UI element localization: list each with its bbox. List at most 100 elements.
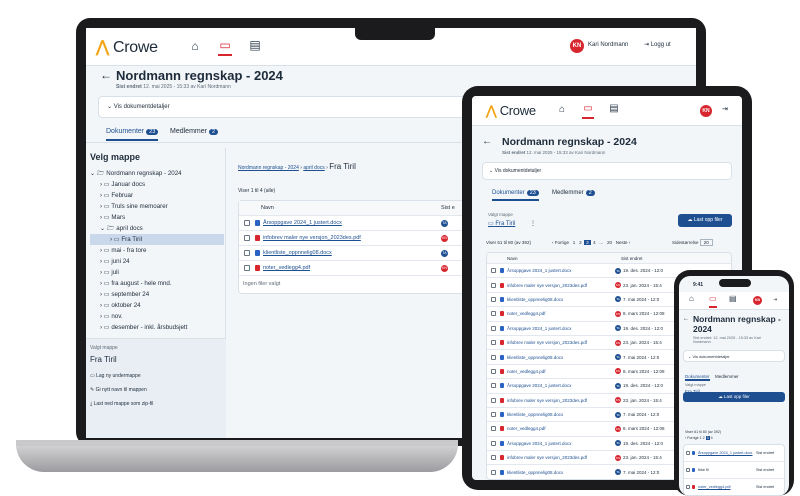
tree-item[interactable]: › ▭ desember - inkl. årsbudsjett bbox=[90, 322, 224, 333]
tab-members[interactable]: Medlemmer 2 bbox=[552, 190, 595, 196]
tree-item[interactable]: ⌄ 🗁 april docs bbox=[90, 223, 224, 234]
tab-documents[interactable]: Dokumenter 23 bbox=[492, 190, 539, 201]
upload-button[interactable]: ☁ Last opp filer bbox=[683, 392, 785, 402]
tree-item[interactable]: ⌄ 🗁 Nordmann regnskap - 2024 bbox=[90, 168, 224, 179]
file-name[interactable]: klientliste_oppnnelig08.docx bbox=[507, 470, 615, 475]
back-arrow-icon[interactable]: ← bbox=[100, 68, 112, 82]
file-name[interactable]: infobrev maler nye versjon_2023des.pdf bbox=[507, 283, 615, 288]
logout-icon: ⇥ bbox=[644, 42, 650, 48]
tree-item[interactable]: › ▭ nov. bbox=[90, 311, 224, 322]
pdf-file-icon bbox=[500, 397, 504, 403]
file-name[interactable]: noter_vedlegg4.pdf bbox=[507, 369, 615, 374]
list-item[interactable]: Årsoppgave 2024_1 justert.docx Sist endre… bbox=[684, 445, 784, 462]
list-item[interactable]: noter_vedlegg4.pdf Sist endret bbox=[684, 479, 784, 495]
table-row[interactable]: klientliste_oppnnelig08.docx TA bbox=[239, 246, 477, 261]
row-checkbox[interactable] bbox=[491, 268, 496, 274]
row-checkbox[interactable] bbox=[244, 235, 250, 241]
file-name[interactable]: noter_vedlegg4.pdf bbox=[507, 426, 615, 431]
home-icon[interactable]: ⌂ bbox=[556, 104, 568, 115]
tree-item-selected[interactable]: › ▭ Fra Tiril bbox=[90, 234, 224, 245]
tab-documents[interactable]: Dokumenter bbox=[685, 374, 710, 381]
home-icon[interactable]: ⌂ bbox=[689, 294, 694, 303]
dynamic-island bbox=[719, 279, 751, 287]
file-name[interactable]: Årsoppgave 2024_1 justert.docx bbox=[507, 383, 615, 388]
logout-button[interactable]: ⇥ Logg ut bbox=[644, 41, 671, 48]
back-arrow-icon[interactable]: ← bbox=[683, 316, 689, 322]
home-icon[interactable]: ⌂ bbox=[188, 39, 202, 53]
row-checkbox[interactable] bbox=[491, 340, 496, 346]
tree-item[interactable]: › ▭ oktober 24 bbox=[90, 300, 224, 311]
upload-button[interactable]: ☁ Last opp filer bbox=[678, 214, 732, 227]
row-checkbox[interactable] bbox=[491, 311, 496, 317]
row-checkbox[interactable] bbox=[491, 412, 496, 418]
file-name[interactable]: infobrev maler nye versjon_2023des.pdf bbox=[507, 340, 615, 345]
download-zip-button[interactable]: ⤓ Last ned mappe som zip-fil bbox=[90, 401, 153, 407]
file-name[interactable]: Årsoppgave 2024_1 justert.docx bbox=[507, 268, 615, 273]
row-checkbox[interactable] bbox=[244, 265, 250, 271]
row-checkbox[interactable] bbox=[491, 426, 496, 432]
logout-icon[interactable]: ⇥ bbox=[722, 105, 728, 113]
row-checkbox[interactable] bbox=[491, 383, 496, 389]
pagination[interactable]: ‹ Forrige 1 2 3 4 ... 20 Neste › bbox=[552, 240, 630, 245]
selected-folder-name[interactable]: ▭ Fra Tiril bbox=[488, 220, 515, 227]
avatar[interactable]: KN bbox=[700, 105, 712, 117]
row-checkbox[interactable] bbox=[491, 368, 496, 374]
more-options-icon[interactable]: ⋮ bbox=[530, 220, 536, 227]
tree-item[interactable]: › ▭ Februar bbox=[90, 190, 224, 201]
pagination[interactable]: ‹ Forrige 1 2 3 4 bbox=[685, 436, 713, 440]
tree-item[interactable]: › ▭ Truls sine memoarer bbox=[90, 201, 224, 212]
table-row[interactable]: infobrev maler nye versjon_2023des.pdf KN bbox=[239, 231, 477, 246]
table-row[interactable]: noter_vedlegg4.pdf KN bbox=[239, 261, 477, 276]
tab-documents[interactable]: Dokumenter 23 bbox=[106, 128, 159, 141]
crowe-logo[interactable]: ⋀ Crowe bbox=[96, 37, 158, 57]
file-name[interactable]: klientliste_oppnnelig08.docx bbox=[507, 412, 615, 417]
row-checkbox[interactable] bbox=[491, 469, 496, 475]
tree-item[interactable]: › ▭ juli bbox=[90, 267, 224, 278]
changed-date: 23. jan. 2024 - 15:4 bbox=[623, 397, 662, 403]
folder-icon[interactable]: ▭ bbox=[582, 103, 594, 119]
file-name[interactable]: Årsoppgave 2024_1 justert.docx bbox=[507, 441, 615, 446]
page-size-select[interactable]: Sidestørrelse 20 bbox=[672, 239, 713, 246]
file-name[interactable]: klientliste_oppnnelig08.docx bbox=[507, 355, 615, 360]
clipboard-icon[interactable]: ▤ bbox=[729, 294, 737, 303]
tablet-top-bar: ⋀ Crowe ⌂ ▭ ▤ KN ⇥ bbox=[472, 96, 742, 126]
row-checkbox[interactable] bbox=[491, 455, 496, 461]
details-toggle[interactable]: ⌄ Vis dokumentdetaljer bbox=[482, 162, 732, 180]
avatar[interactable]: KN bbox=[753, 296, 762, 305]
tree-item[interactable]: › ▭ mai - fra tore bbox=[90, 245, 224, 256]
back-arrow-icon[interactable]: ← bbox=[482, 136, 492, 147]
file-name[interactable]: infobrev maler nye versjon_2023des.pdf bbox=[507, 398, 615, 403]
new-subfolder-button[interactable]: ▭ Lag ny undermappe bbox=[90, 373, 141, 379]
row-checkbox[interactable] bbox=[491, 354, 496, 360]
clipboard-icon[interactable]: ▤ bbox=[608, 103, 620, 114]
file-name[interactable]: noter_vedlegg4.pdf bbox=[507, 311, 615, 316]
logout-icon[interactable]: ⇥ bbox=[773, 297, 777, 303]
details-toggle[interactable]: ⌄ Vis dokumentdetaljer bbox=[683, 350, 785, 362]
list-item[interactable]: Ikke fil Sist endret bbox=[684, 462, 784, 479]
row-checkbox[interactable] bbox=[491, 440, 496, 446]
avatar[interactable]: KN bbox=[570, 39, 584, 53]
tree-item[interactable]: › ▭ juni 24 bbox=[90, 256, 224, 267]
tab-members[interactable]: Medlemmer bbox=[715, 374, 739, 379]
clipboard-icon[interactable]: ▤ bbox=[248, 38, 262, 52]
file-name[interactable]: Årsoppgave 2024_1 justert.docx bbox=[507, 326, 615, 331]
owner-avatar: TA bbox=[615, 325, 621, 332]
row-checkbox[interactable] bbox=[491, 397, 496, 403]
tree-item[interactable]: › ▭ Januar docs bbox=[90, 179, 224, 190]
table-row[interactable]: Årsoppgave 2024_1 justert.docx TA bbox=[239, 216, 477, 231]
tree-item[interactable]: › ▭ Mars bbox=[90, 212, 224, 223]
tree-item[interactable]: › ▭ fra august - hele mnd. bbox=[90, 278, 224, 289]
crowe-logo[interactable]: ⋀ Crowe bbox=[486, 103, 536, 119]
row-checkbox[interactable] bbox=[244, 250, 250, 256]
file-name[interactable]: klientliste_oppnnelig08.docx bbox=[507, 297, 615, 302]
tab-members[interactable]: Medlemmer 2 bbox=[170, 128, 219, 135]
row-checkbox[interactable] bbox=[491, 325, 496, 331]
rename-folder-button[interactable]: ✎ Gi nytt navn til mappen bbox=[90, 387, 147, 393]
row-checkbox[interactable] bbox=[491, 296, 496, 302]
row-checkbox[interactable] bbox=[491, 282, 496, 288]
file-name[interactable]: infobrev maler nye versjon_2023des.pdf bbox=[507, 455, 615, 460]
tree-item[interactable]: › ▭ september 24 bbox=[90, 289, 224, 300]
folder-icon[interactable]: ▭ bbox=[218, 38, 232, 56]
folder-icon[interactable]: ▭ bbox=[709, 294, 717, 308]
row-checkbox[interactable] bbox=[244, 220, 250, 226]
